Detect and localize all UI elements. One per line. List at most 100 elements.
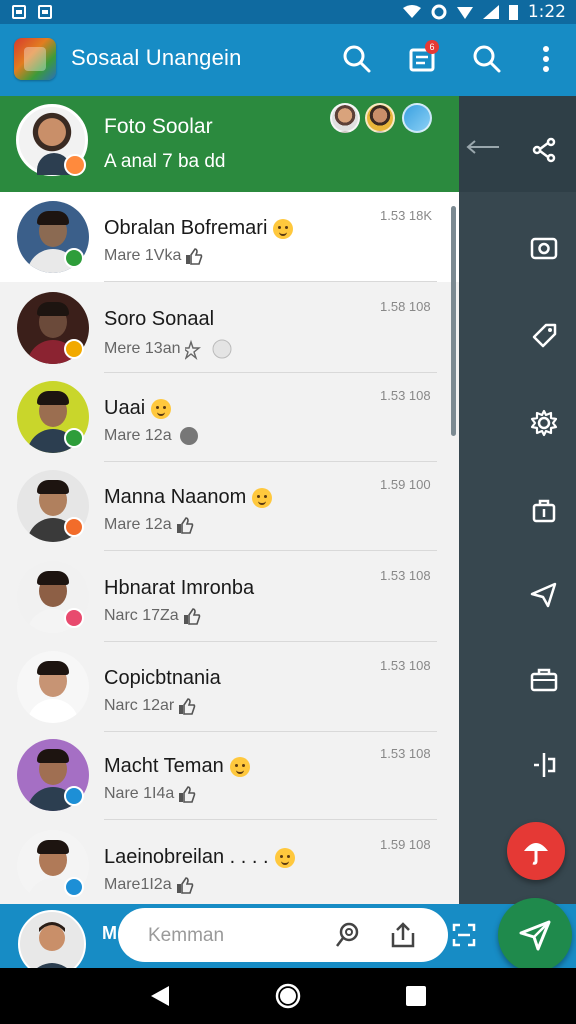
contact-name: Hbnarat Imronba xyxy=(104,577,254,600)
message-input[interactable]: Kemman xyxy=(118,908,448,962)
contact-name: Soro Sonaal xyxy=(104,308,214,331)
contact-name: Uaai xyxy=(104,397,172,420)
message-time: 1.53 18K xyxy=(380,208,433,223)
contact-name-text: Hbnarat Imronba xyxy=(104,577,255,599)
battery-icon xyxy=(508,5,518,20)
split-button[interactable] xyxy=(524,745,564,785)
message-preview: Mere 13an xyxy=(104,338,233,360)
message-preview: Mare 12a xyxy=(104,516,194,534)
message-time: 1.59 100 xyxy=(380,477,431,492)
chat-row[interactable]: Laeinobreilan . . . . Mare1I2a 1.59 108 xyxy=(0,821,459,911)
contact-name: Manna Naanom xyxy=(104,486,273,509)
emoji-icon xyxy=(151,398,172,419)
tag-button[interactable] xyxy=(524,315,564,355)
back-triangle-icon xyxy=(151,986,169,1006)
emoji-icon xyxy=(274,847,295,868)
scan-button[interactable] xyxy=(447,918,481,952)
divider xyxy=(104,550,437,551)
message-preview: Narc 12ar xyxy=(104,697,196,715)
composer-letter: M xyxy=(102,923,117,943)
home-circle-icon xyxy=(275,983,301,1009)
back-arrow-button[interactable] xyxy=(462,132,502,162)
send-icon xyxy=(519,920,551,951)
message-preview: Mare1I2a xyxy=(104,876,194,894)
notification-badge: 6 xyxy=(425,40,439,54)
notes-button[interactable]: 6 xyxy=(403,40,441,78)
message-time: 1.59 108 xyxy=(380,837,431,852)
message-time: 1.53 108 xyxy=(380,388,431,403)
message-preview-text: Mare 1Vka xyxy=(104,247,182,265)
send-fab[interactable] xyxy=(498,898,572,972)
profile-status: A anal 7 ba dd xyxy=(104,151,226,172)
overflow-menu-button[interactable] xyxy=(527,40,565,78)
contact-name-text: Macht Teman xyxy=(104,755,224,777)
chat-row[interactable]: Hbnarat Imronba Narc 17Za 1.53 108 xyxy=(0,552,459,642)
chat-row[interactable]: Manna Naanom Mare 12a 1.59 100 xyxy=(0,461,459,551)
scan-icon xyxy=(452,923,476,947)
message-time: 1.53 108 xyxy=(380,658,431,673)
briefcase-button[interactable] xyxy=(524,660,564,700)
tag-icon xyxy=(532,323,557,348)
image-notification-icon xyxy=(38,5,52,19)
status-badge xyxy=(64,248,84,268)
search-icon xyxy=(343,45,371,73)
emoji-icon xyxy=(229,756,250,777)
chat-row[interactable]: Soro Sonaal Mere 13an 1.58 108 xyxy=(0,283,459,373)
profile-badge xyxy=(64,154,86,176)
camera-button[interactable] xyxy=(524,228,564,268)
umbrella-fab[interactable] xyxy=(507,822,565,880)
status-badge xyxy=(64,339,84,359)
thumbs-up-icon xyxy=(179,698,196,715)
contact-name-text: Copicbtnania xyxy=(104,667,221,689)
chat-row[interactable]: Copicbtnania Narc 12ar 1.53 108 xyxy=(0,642,459,732)
contact-avatar[interactable] xyxy=(17,651,89,723)
profile-name: Foto Soolar xyxy=(104,115,213,138)
share-button[interactable] xyxy=(524,130,564,170)
location-button[interactable] xyxy=(330,918,364,952)
participant-avatar[interactable] xyxy=(402,103,432,133)
settings-button[interactable] xyxy=(524,403,564,443)
app-bar: Sosaal Unangein 6 xyxy=(0,24,576,96)
participant-avatar[interactable] xyxy=(330,103,360,133)
contact-name: Laeinobreilan . . . . xyxy=(104,846,295,869)
contact-name: Copicbtnania xyxy=(104,667,221,690)
sync-icon xyxy=(431,4,447,20)
message-preview-text: Nare 1I4a xyxy=(104,785,175,803)
scrollbar[interactable] xyxy=(451,206,456,436)
recents-button[interactable] xyxy=(402,982,430,1010)
notification-icon xyxy=(12,5,26,19)
search-button[interactable] xyxy=(338,40,376,78)
contact-name-text: Soro Sonaal xyxy=(104,308,215,330)
participant-avatar[interactable] xyxy=(365,103,395,133)
home-button[interactable] xyxy=(274,982,302,1010)
recents-square-icon xyxy=(406,986,426,1006)
upload-button[interactable] xyxy=(386,918,420,952)
status-dot-icon xyxy=(179,427,198,445)
status-badge xyxy=(64,517,84,537)
pin-button[interactable] xyxy=(524,575,564,615)
search-button-secondary[interactable] xyxy=(468,40,506,78)
chat-row[interactable]: Obralan Bofremari Mare 1Vka 1.53 18K xyxy=(0,192,459,282)
message-time: 1.53 108 xyxy=(380,746,431,761)
thumbs-up-icon xyxy=(176,877,193,894)
signal-icon xyxy=(456,7,473,19)
camera-icon xyxy=(530,237,558,260)
message-preview-text: Mere 13an xyxy=(104,340,181,358)
chat-row[interactable]: Uaai Mare 12a 1.53 108 xyxy=(0,372,459,462)
bag-button[interactable] xyxy=(524,490,564,530)
arrow-left-icon xyxy=(466,140,499,154)
back-button[interactable] xyxy=(146,982,174,1010)
status-bar: 1:22 xyxy=(0,0,576,24)
message-preview: Narc 17Za xyxy=(104,607,201,625)
message-time: 1.58 108 xyxy=(380,299,431,314)
chat-row[interactable]: Macht Teman Nare 1I4a 1.53 108 xyxy=(0,730,459,820)
status-badge xyxy=(64,608,84,628)
message-preview: Mare 12a xyxy=(104,427,198,445)
contact-name-text: Uaai xyxy=(104,397,146,419)
stars-icon xyxy=(184,339,231,360)
message-placeholder: Kemman xyxy=(148,925,225,946)
split-icon xyxy=(534,753,556,777)
more-vert-icon xyxy=(543,46,549,72)
status-badge xyxy=(64,428,84,448)
message-preview-text: Narc 12ar xyxy=(104,697,175,715)
